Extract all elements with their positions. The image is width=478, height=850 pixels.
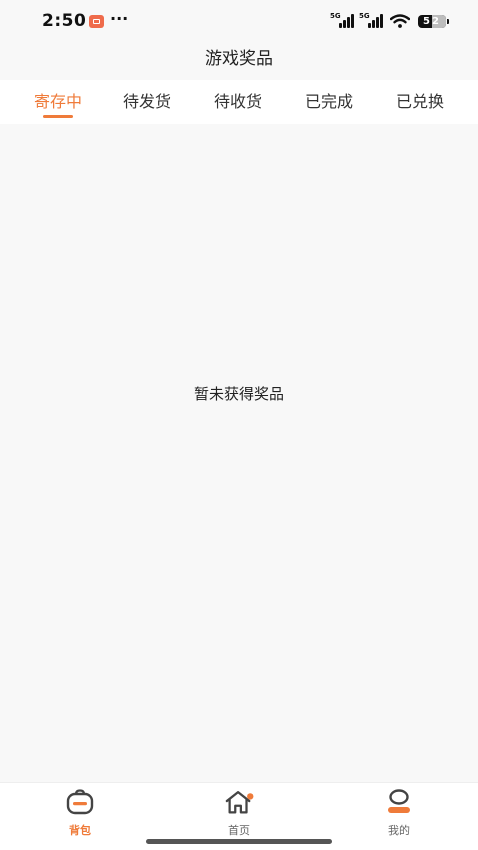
backpack-icon xyxy=(66,789,94,815)
tabbar-item-profile[interactable]: 我的 xyxy=(359,789,439,837)
tabbar-label: 背包 xyxy=(69,824,91,837)
cellular-signal-icon: 5G xyxy=(330,12,356,28)
tabbar-item-backpack[interactable]: 背包 xyxy=(40,789,120,837)
signal-label: 5G xyxy=(330,12,341,20)
page-title: 游戏奖品 xyxy=(205,49,273,69)
tab-completed[interactable]: 已完成 xyxy=(294,80,364,124)
tab-label: 待收货 xyxy=(213,92,262,111)
tab-pending-shipment[interactable]: 待发货 xyxy=(112,80,182,124)
prize-list[interactable]: 暂未获得奖品 xyxy=(0,124,478,782)
status-time: 2:50 xyxy=(42,11,87,31)
cellular-signal-icon-2: 5G xyxy=(359,12,385,28)
profile-icon xyxy=(388,789,410,813)
tabbar-label: 我的 xyxy=(388,824,410,837)
home-indicator[interactable] xyxy=(146,839,332,844)
tab-pending-receipt[interactable]: 待收货 xyxy=(203,80,273,124)
tab-label: 已完成 xyxy=(304,92,353,111)
tab-label: 已兑换 xyxy=(395,92,444,111)
active-tab-indicator xyxy=(43,115,73,118)
notification-app-icon xyxy=(89,15,104,28)
signal-label-2: 5G xyxy=(359,12,370,20)
tabbar-label: 首页 xyxy=(228,824,250,837)
battery-level: 52 xyxy=(423,16,441,27)
tab-redeemed[interactable]: 已兑换 xyxy=(385,80,455,124)
tab-bar: 寄存中 待发货 待收货 已完成 已兑换 xyxy=(0,80,478,124)
empty-state-text: 暂未获得奖品 xyxy=(193,385,284,403)
tab-label: 寄存中 xyxy=(33,92,82,111)
tabbar-item-home[interactable]: 首页 xyxy=(199,789,279,837)
status-more-icon: ··· xyxy=(110,9,129,28)
tab-label: 待发货 xyxy=(122,92,171,111)
battery-icon: 52 xyxy=(418,15,449,28)
tab-stored[interactable]: 寄存中 xyxy=(23,80,93,124)
home-icon xyxy=(225,791,254,814)
status-bar: 2:50 ··· 5G 5G 52 xyxy=(0,0,478,44)
wifi-icon xyxy=(390,14,410,28)
